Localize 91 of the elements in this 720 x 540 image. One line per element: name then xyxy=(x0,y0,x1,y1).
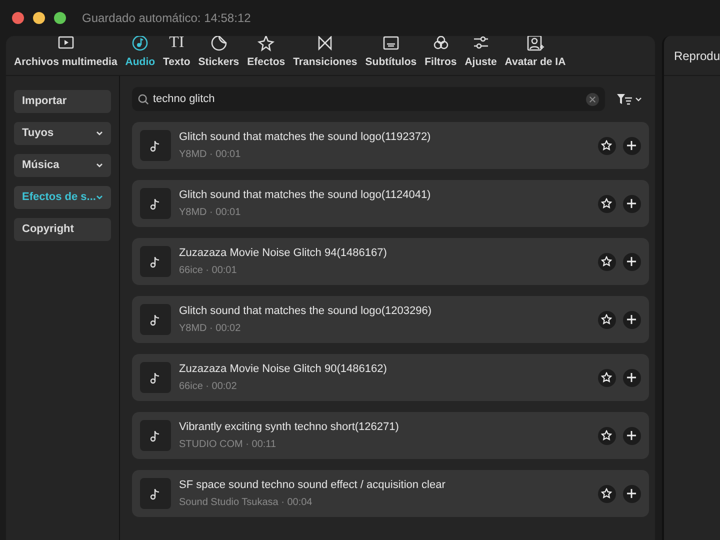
tab[interactable]: Stickers xyxy=(194,36,244,75)
sound-title: Glitch sound that matches the sound logo(1124041) xyxy=(178,188,432,203)
add-button[interactable] xyxy=(622,368,641,386)
sound-title: SF space sound techno sound effect / acquisition clear xyxy=(178,478,446,493)
favorite-star-button[interactable] xyxy=(598,252,616,270)
sound-card[interactable]: Zuzazaza Movie Noise Glitch 94(1486167) 66ice · 00:01 xyxy=(132,238,649,285)
add-button[interactable] xyxy=(622,136,641,154)
sound-meta: Y8MD · 00:02 xyxy=(178,322,242,336)
music-note-icon xyxy=(150,198,160,210)
tab[interactable]: Efectos xyxy=(243,36,290,75)
filter-sort-button[interactable] xyxy=(616,94,642,104)
plus-icon xyxy=(627,315,636,324)
chevron-down-icon xyxy=(634,96,642,102)
close-icon xyxy=(588,96,596,102)
sound-title: Zuzazaza Movie Noise Glitch 90(1486162) xyxy=(178,362,388,377)
plus-icon xyxy=(627,489,636,498)
favorite-star-button[interactable] xyxy=(598,484,616,502)
tab[interactable]: Ajuste xyxy=(460,36,501,75)
sound-meta: Sound Studio Tsukasa · 00:04 xyxy=(178,496,314,510)
star-icon xyxy=(601,488,612,499)
sound-meta: Y8MD · 00:01 xyxy=(178,206,242,220)
search-icon xyxy=(138,94,149,104)
add-button[interactable] xyxy=(622,426,641,444)
sound-meta: 66ice · 00:01 xyxy=(178,264,238,278)
music-note-icon xyxy=(150,430,160,442)
zoom-window-button[interactable] xyxy=(54,12,66,24)
search-input[interactable]: techno glitch xyxy=(152,90,582,108)
favorite-star-button[interactable] xyxy=(598,310,616,328)
category-item[interactable]: Copyright xyxy=(14,218,111,241)
add-button[interactable] xyxy=(622,252,641,270)
sound-title: Zuzazaza Movie Noise Glitch 94(1486167) xyxy=(178,246,388,261)
tab[interactable]: TI Texto xyxy=(159,36,194,75)
sound-card[interactable]: Zuzazaza Movie Noise Glitch 90(1486162) 66ice · 00:02 xyxy=(132,354,649,401)
music-note-icon xyxy=(150,314,160,326)
add-button[interactable] xyxy=(622,484,641,502)
bowtie-icon xyxy=(316,36,334,52)
plus-icon xyxy=(627,199,636,208)
favorite-star-button[interactable] xyxy=(598,426,616,444)
sound-card[interactable]: Vibrantly exciting synth techno short(126271) STUDIO COM · 00:11 xyxy=(132,412,649,459)
add-button[interactable] xyxy=(622,194,641,212)
sound-card[interactable]: Glitch sound that matches the sound logo(1192372) Y8MD · 00:01 xyxy=(132,122,649,169)
tab[interactable]: Transiciones xyxy=(289,36,362,75)
tab[interactable]: Archivos multimedia xyxy=(10,36,122,75)
star-icon xyxy=(601,140,612,151)
plus-icon xyxy=(627,431,636,440)
tab[interactable]: Audio xyxy=(121,36,160,75)
category-item[interactable]: Tuyos xyxy=(14,122,111,145)
favorite-star-button[interactable] xyxy=(598,136,616,154)
window-title: Guardado automático: 14:58:12 xyxy=(82,10,251,27)
favorite-star-button[interactable] xyxy=(598,194,616,212)
music-note-icon xyxy=(150,256,160,268)
sticker-icon xyxy=(210,36,228,52)
sound-title: Glitch sound that matches the sound logo(1192372) xyxy=(178,130,432,145)
star-icon xyxy=(601,372,612,383)
category-item[interactable]: Música xyxy=(14,154,111,177)
music-note-icon xyxy=(150,372,160,384)
panel-title: Reprodu xyxy=(674,48,720,64)
text-icon: TI xyxy=(169,36,184,52)
sound-meta: STUDIO COM · 00:11 xyxy=(178,438,278,452)
filter-icon xyxy=(616,94,633,104)
star-icon xyxy=(601,314,612,325)
star-icon xyxy=(601,256,612,267)
minimize-window-button[interactable] xyxy=(33,12,45,24)
music-note-icon xyxy=(131,36,150,52)
sound-title: Vibrantly exciting synth techno short(126271) xyxy=(178,420,400,435)
search-field[interactable]: techno glitch xyxy=(132,87,605,111)
plus-icon xyxy=(627,373,636,382)
sound-card[interactable]: SF space sound techno sound effect / acquisition clear Sound Studio Tsukasa · 00:04 xyxy=(132,470,649,517)
sound-meta: 66ice · 00:02 xyxy=(178,380,238,394)
category-item[interactable]: Efectos de s... xyxy=(14,186,111,209)
star-icon xyxy=(601,198,612,209)
tab[interactable]: Subtítulos xyxy=(361,36,421,75)
tab[interactable]: Avatar de IA xyxy=(500,36,570,75)
clear-search-button[interactable] xyxy=(586,92,599,106)
close-window-button[interactable] xyxy=(12,12,24,24)
person-plus-icon xyxy=(526,36,544,52)
sound-title: Glitch sound that matches the sound logo(1203296) xyxy=(178,304,433,319)
sound-card[interactable]: Glitch sound that matches the sound logo(1124041) Y8MD · 00:01 xyxy=(132,180,649,227)
plus-icon xyxy=(627,257,636,266)
subtitles-icon xyxy=(382,36,400,52)
music-note-icon xyxy=(150,140,160,152)
add-button[interactable] xyxy=(622,310,641,328)
tab[interactable]: Filtros xyxy=(420,36,461,75)
sound-card[interactable]: Glitch sound that matches the sound logo(1203296) Y8MD · 00:02 xyxy=(132,296,649,343)
favorite-star-button[interactable] xyxy=(598,368,616,386)
star-icon xyxy=(601,430,612,441)
sound-meta: Y8MD · 00:01 xyxy=(178,148,242,162)
star-icon xyxy=(257,36,276,52)
plus-icon xyxy=(627,141,636,150)
music-note-icon xyxy=(150,488,160,500)
category-item[interactable]: Importar xyxy=(14,90,111,113)
